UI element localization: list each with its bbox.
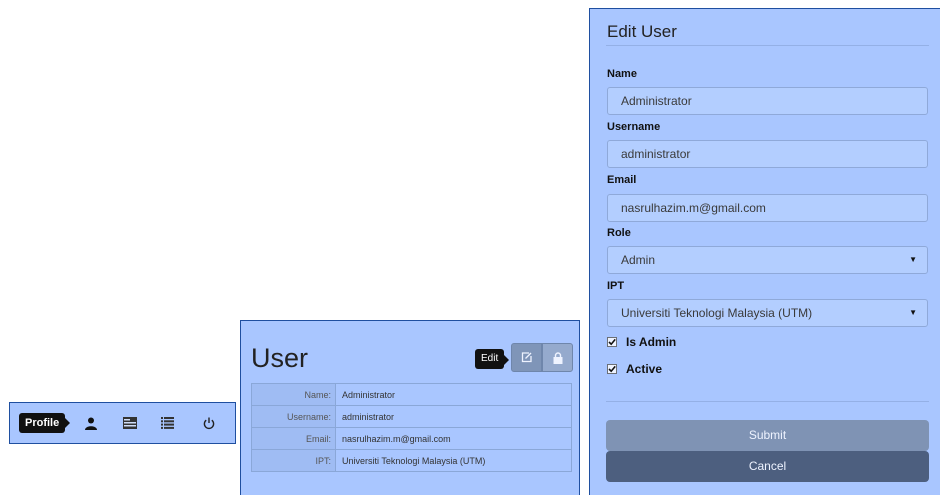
table-row: Name: Administrator — [251, 383, 572, 406]
edit-user-modal: Edit User Name Administrator Username ad… — [589, 8, 940, 495]
power-icon — [203, 417, 215, 429]
checkmark-icon — [607, 337, 617, 347]
caret-down-icon: ▼ — [909, 255, 917, 264]
is-admin-checkbox[interactable]: Is Admin — [607, 335, 676, 349]
checkmark-icon — [607, 364, 617, 374]
edit-button[interactable] — [511, 343, 542, 372]
username-label: Username — [607, 121, 661, 133]
email-label: Email — [607, 174, 637, 186]
user-info-table: Name: Administrator Username: administra… — [251, 383, 572, 472]
name-field[interactable]: Administrator — [607, 87, 928, 115]
details-button[interactable] — [114, 408, 146, 438]
ipt-label: IPT — [607, 280, 625, 292]
username-field[interactable]: administrator — [607, 140, 928, 168]
edit-icon — [521, 352, 532, 363]
active-label: Active — [626, 362, 663, 376]
email-field[interactable]: nasrulhazim.m@gmail.com — [607, 194, 928, 222]
caret-down-icon: ▼ — [909, 308, 917, 317]
role-select[interactable]: Admin ▼ — [607, 246, 928, 274]
row-key: Name: — [251, 383, 336, 406]
active-checkbox[interactable]: Active — [607, 362, 662, 376]
row-value: nasrulhazim.m@gmail.com — [335, 427, 572, 450]
id-card-icon — [123, 417, 138, 429]
list-button[interactable] — [151, 408, 183, 438]
user-actions — [511, 343, 573, 372]
profile-button[interactable] — [75, 408, 107, 438]
user-title: User — [251, 343, 309, 373]
submit-button[interactable]: Submit — [606, 420, 929, 451]
row-key: Username: — [251, 405, 336, 428]
row-key: IPT: — [251, 449, 336, 472]
divider — [606, 45, 929, 46]
row-value: Universiti Teknologi Malaysia (UTM) — [335, 449, 572, 472]
row-value: Administrator — [335, 383, 572, 406]
role-selected-value: Admin — [621, 253, 656, 267]
ipt-select[interactable]: Universiti Teknologi Malaysia (UTM) ▼ — [607, 299, 928, 327]
role-label: Role — [607, 227, 631, 239]
table-row: Email: nasrulhazim.m@gmail.com — [251, 427, 572, 450]
table-row: Username: administrator — [251, 405, 572, 428]
is-admin-label: Is Admin — [626, 335, 677, 349]
modal-title: Edit User — [607, 22, 677, 41]
profile-toolbar: Profile — [9, 402, 236, 444]
logout-button[interactable] — [193, 408, 225, 438]
row-value: administrator — [335, 405, 572, 428]
user-card: User Edit Name: Administrator Username: … — [240, 320, 580, 495]
row-key: Email: — [251, 427, 336, 450]
password-button[interactable] — [542, 343, 573, 372]
edit-tooltip: Edit — [475, 349, 510, 369]
name-label: Name — [607, 68, 637, 80]
cancel-button[interactable]: Cancel — [606, 451, 929, 482]
divider — [606, 401, 929, 402]
ipt-selected-value: Universiti Teknologi Malaysia (UTM) — [621, 306, 813, 320]
user-icon — [85, 417, 98, 430]
lock-icon — [553, 351, 562, 364]
profile-tooltip: Profile — [19, 413, 71, 433]
list-icon — [160, 417, 174, 429]
table-row: IPT: Universiti Teknologi Malaysia (UTM) — [251, 449, 572, 472]
